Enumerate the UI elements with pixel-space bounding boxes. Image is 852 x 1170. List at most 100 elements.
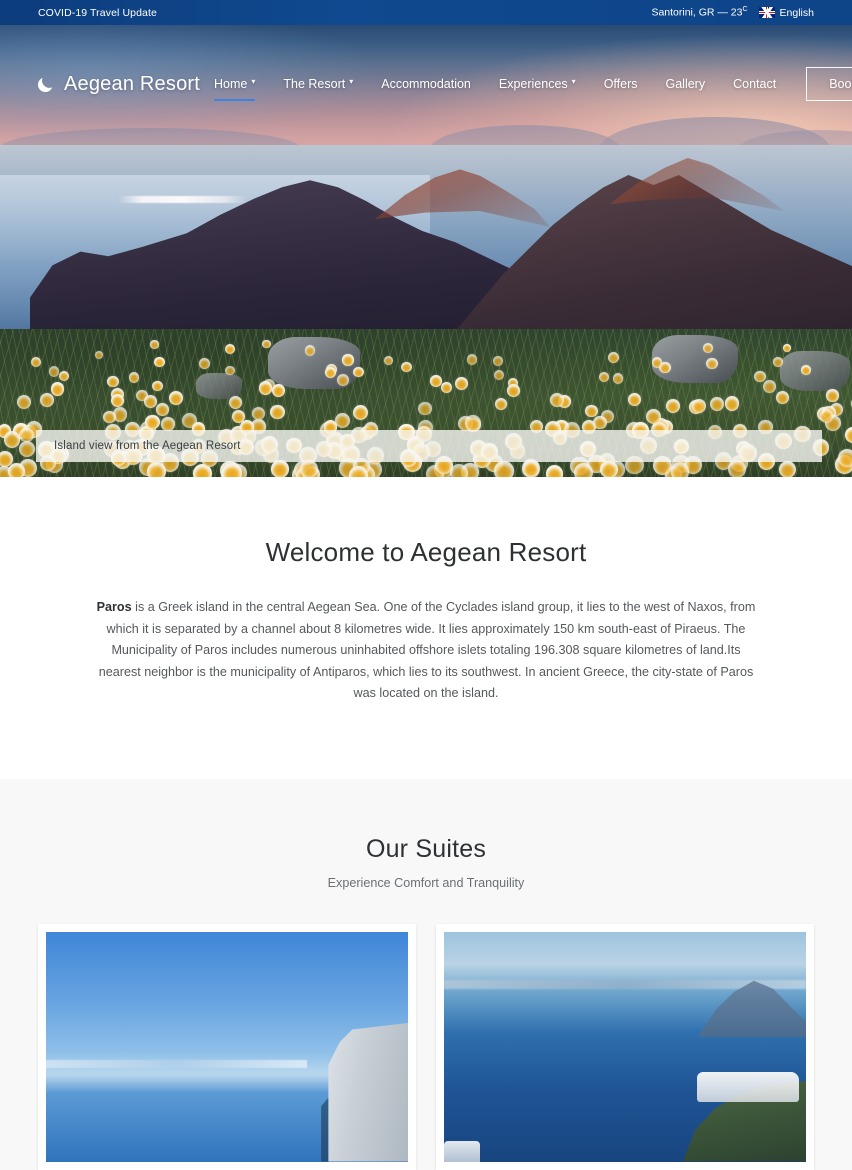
meadow-flower — [146, 461, 167, 477]
meadow-flower — [258, 381, 273, 395]
chevron-down-icon: ▾ — [251, 77, 256, 86]
meadow-flower — [418, 401, 432, 416]
meadow-flower — [31, 356, 42, 367]
meadow-flower — [271, 460, 289, 477]
meadow-flower — [304, 345, 315, 356]
language-label: English — [779, 6, 814, 19]
meadow-flower — [102, 410, 116, 424]
suites-section: Our Suites Experience Comfort and Tranqu… — [0, 778, 852, 1170]
meadow-flower — [353, 366, 364, 378]
meadow-flower — [151, 380, 163, 392]
utility-topbar: COVID-19 Travel Update Santorini, GR — 2… — [0, 0, 852, 25]
weather-unit: C — [742, 6, 748, 14]
nav-item-home[interactable]: Home ▾ — [200, 71, 269, 102]
book-now-button[interactable]: Book Now — [806, 67, 852, 101]
meadow-flower — [128, 371, 140, 383]
meadow-flower — [299, 459, 318, 477]
hero-caption-bar: Island view from the Aegean Resort — [36, 430, 822, 462]
meadow-flower — [59, 371, 69, 382]
meadow-flower — [574, 463, 593, 477]
meadow-flower — [441, 382, 452, 394]
meadow-flower — [507, 384, 521, 397]
covid-notice-link[interactable]: COVID-19 Travel Update — [38, 7, 157, 19]
meadow-flower — [384, 356, 393, 365]
meadow-flower — [782, 344, 791, 353]
meadow-flower — [4, 431, 21, 448]
chevron-down-icon: ▾ — [349, 77, 354, 86]
nav-item-offers[interactable]: Offers — [590, 71, 652, 97]
suite-image-building — [328, 1023, 408, 1162]
meadow-flower — [691, 399, 706, 414]
meadow-flower — [40, 392, 55, 407]
welcome-body-text: is a Greek island in the central Aegean … — [98, 600, 756, 700]
welcome-paragraph: Paros is a Greek island in the central A… — [90, 597, 762, 705]
meadow-flower — [753, 370, 766, 383]
meadow-flower — [49, 366, 60, 377]
nav-item-contact[interactable]: Contact — [719, 71, 790, 97]
meadow-flower — [224, 343, 235, 354]
meadow-flower — [826, 389, 839, 402]
meadow-flower — [342, 354, 354, 366]
meadow-flower — [593, 415, 607, 429]
meadow-flower — [144, 414, 160, 430]
suite-card[interactable] — [436, 923, 814, 1170]
suite-image-horizon — [46, 1060, 307, 1069]
chevron-down-icon: ▾ — [571, 77, 576, 86]
meadow-rock-far-right — [780, 351, 850, 391]
meadow-flower — [778, 461, 796, 477]
meadow-flower — [199, 357, 211, 369]
nav-item-accommodation-label: Accommodation — [381, 77, 471, 91]
nav-links: Home ▾ The Resort ▾ Accommodation Experi… — [200, 67, 852, 102]
suite-cards — [0, 923, 852, 1170]
meadow-flower — [160, 417, 175, 432]
suite-card[interactable] — [38, 923, 416, 1170]
meadow-flower — [430, 375, 442, 387]
meadow-flower — [773, 357, 783, 367]
meadow-flower — [776, 390, 789, 404]
nav-item-gallery[interactable]: Gallery — [652, 71, 720, 97]
meadow-flower — [94, 350, 103, 359]
meadow-flower — [154, 356, 165, 368]
nav-item-offers-label: Offers — [603, 77, 638, 91]
meadow-flower — [225, 365, 235, 376]
brand-logo[interactable]: Aegean Resort — [36, 73, 200, 96]
meadow-flower — [18, 440, 35, 457]
meadow-flower — [8, 462, 26, 477]
meadow-flower — [467, 354, 478, 365]
meadow-flower — [763, 380, 777, 393]
meadow-flower — [352, 404, 368, 420]
uk-flag-icon — [758, 7, 775, 18]
meadow-flower — [262, 339, 271, 349]
meadow-flower — [144, 395, 157, 408]
nav-item-contact-label: Contact — [733, 77, 777, 91]
meadow-flower — [727, 460, 746, 477]
meadow-flower — [670, 462, 690, 477]
meadow-flower — [522, 459, 540, 477]
nav-item-the-resort[interactable]: The Resort ▾ — [269, 71, 367, 97]
welcome-heading: Welcome to Aegean Resort — [265, 537, 587, 567]
meadow-flower — [495, 397, 508, 410]
suite-image-village — [697, 1071, 799, 1102]
meadow-flower — [349, 466, 368, 477]
meadow-flower — [598, 371, 609, 382]
welcome-lead-word: Paros — [96, 600, 132, 614]
topbar-right-group: Santorini, GR — 23C English — [651, 6, 814, 19]
suite-image-mountain — [697, 980, 806, 1038]
welcome-section: Welcome to Aegean Resort Paros is a Gree… — [0, 477, 852, 779]
meadow-flower — [16, 394, 31, 409]
nav-item-home-label: Home — [214, 77, 248, 91]
meadow-rock-right — [652, 335, 738, 383]
meadow-flower — [612, 373, 624, 384]
crescent-moon-icon — [37, 77, 53, 92]
suite-image-village-foreground — [444, 1140, 481, 1162]
meadow-flower — [271, 384, 285, 397]
brand-name: Aegean Resort — [64, 72, 201, 95]
meadow-flower — [150, 340, 159, 349]
meadow-flower — [725, 396, 740, 411]
meadow-flower — [838, 449, 852, 468]
meadow-flower — [465, 414, 481, 431]
language-selector[interactable]: English — [758, 6, 814, 19]
nav-item-accommodation[interactable]: Accommodation — [367, 71, 485, 97]
main-navigation: Aegean Resort Home ▾ The Resort ▾ Accomm… — [0, 50, 852, 118]
nav-item-experiences[interactable]: Experiences ▾ — [485, 71, 590, 97]
